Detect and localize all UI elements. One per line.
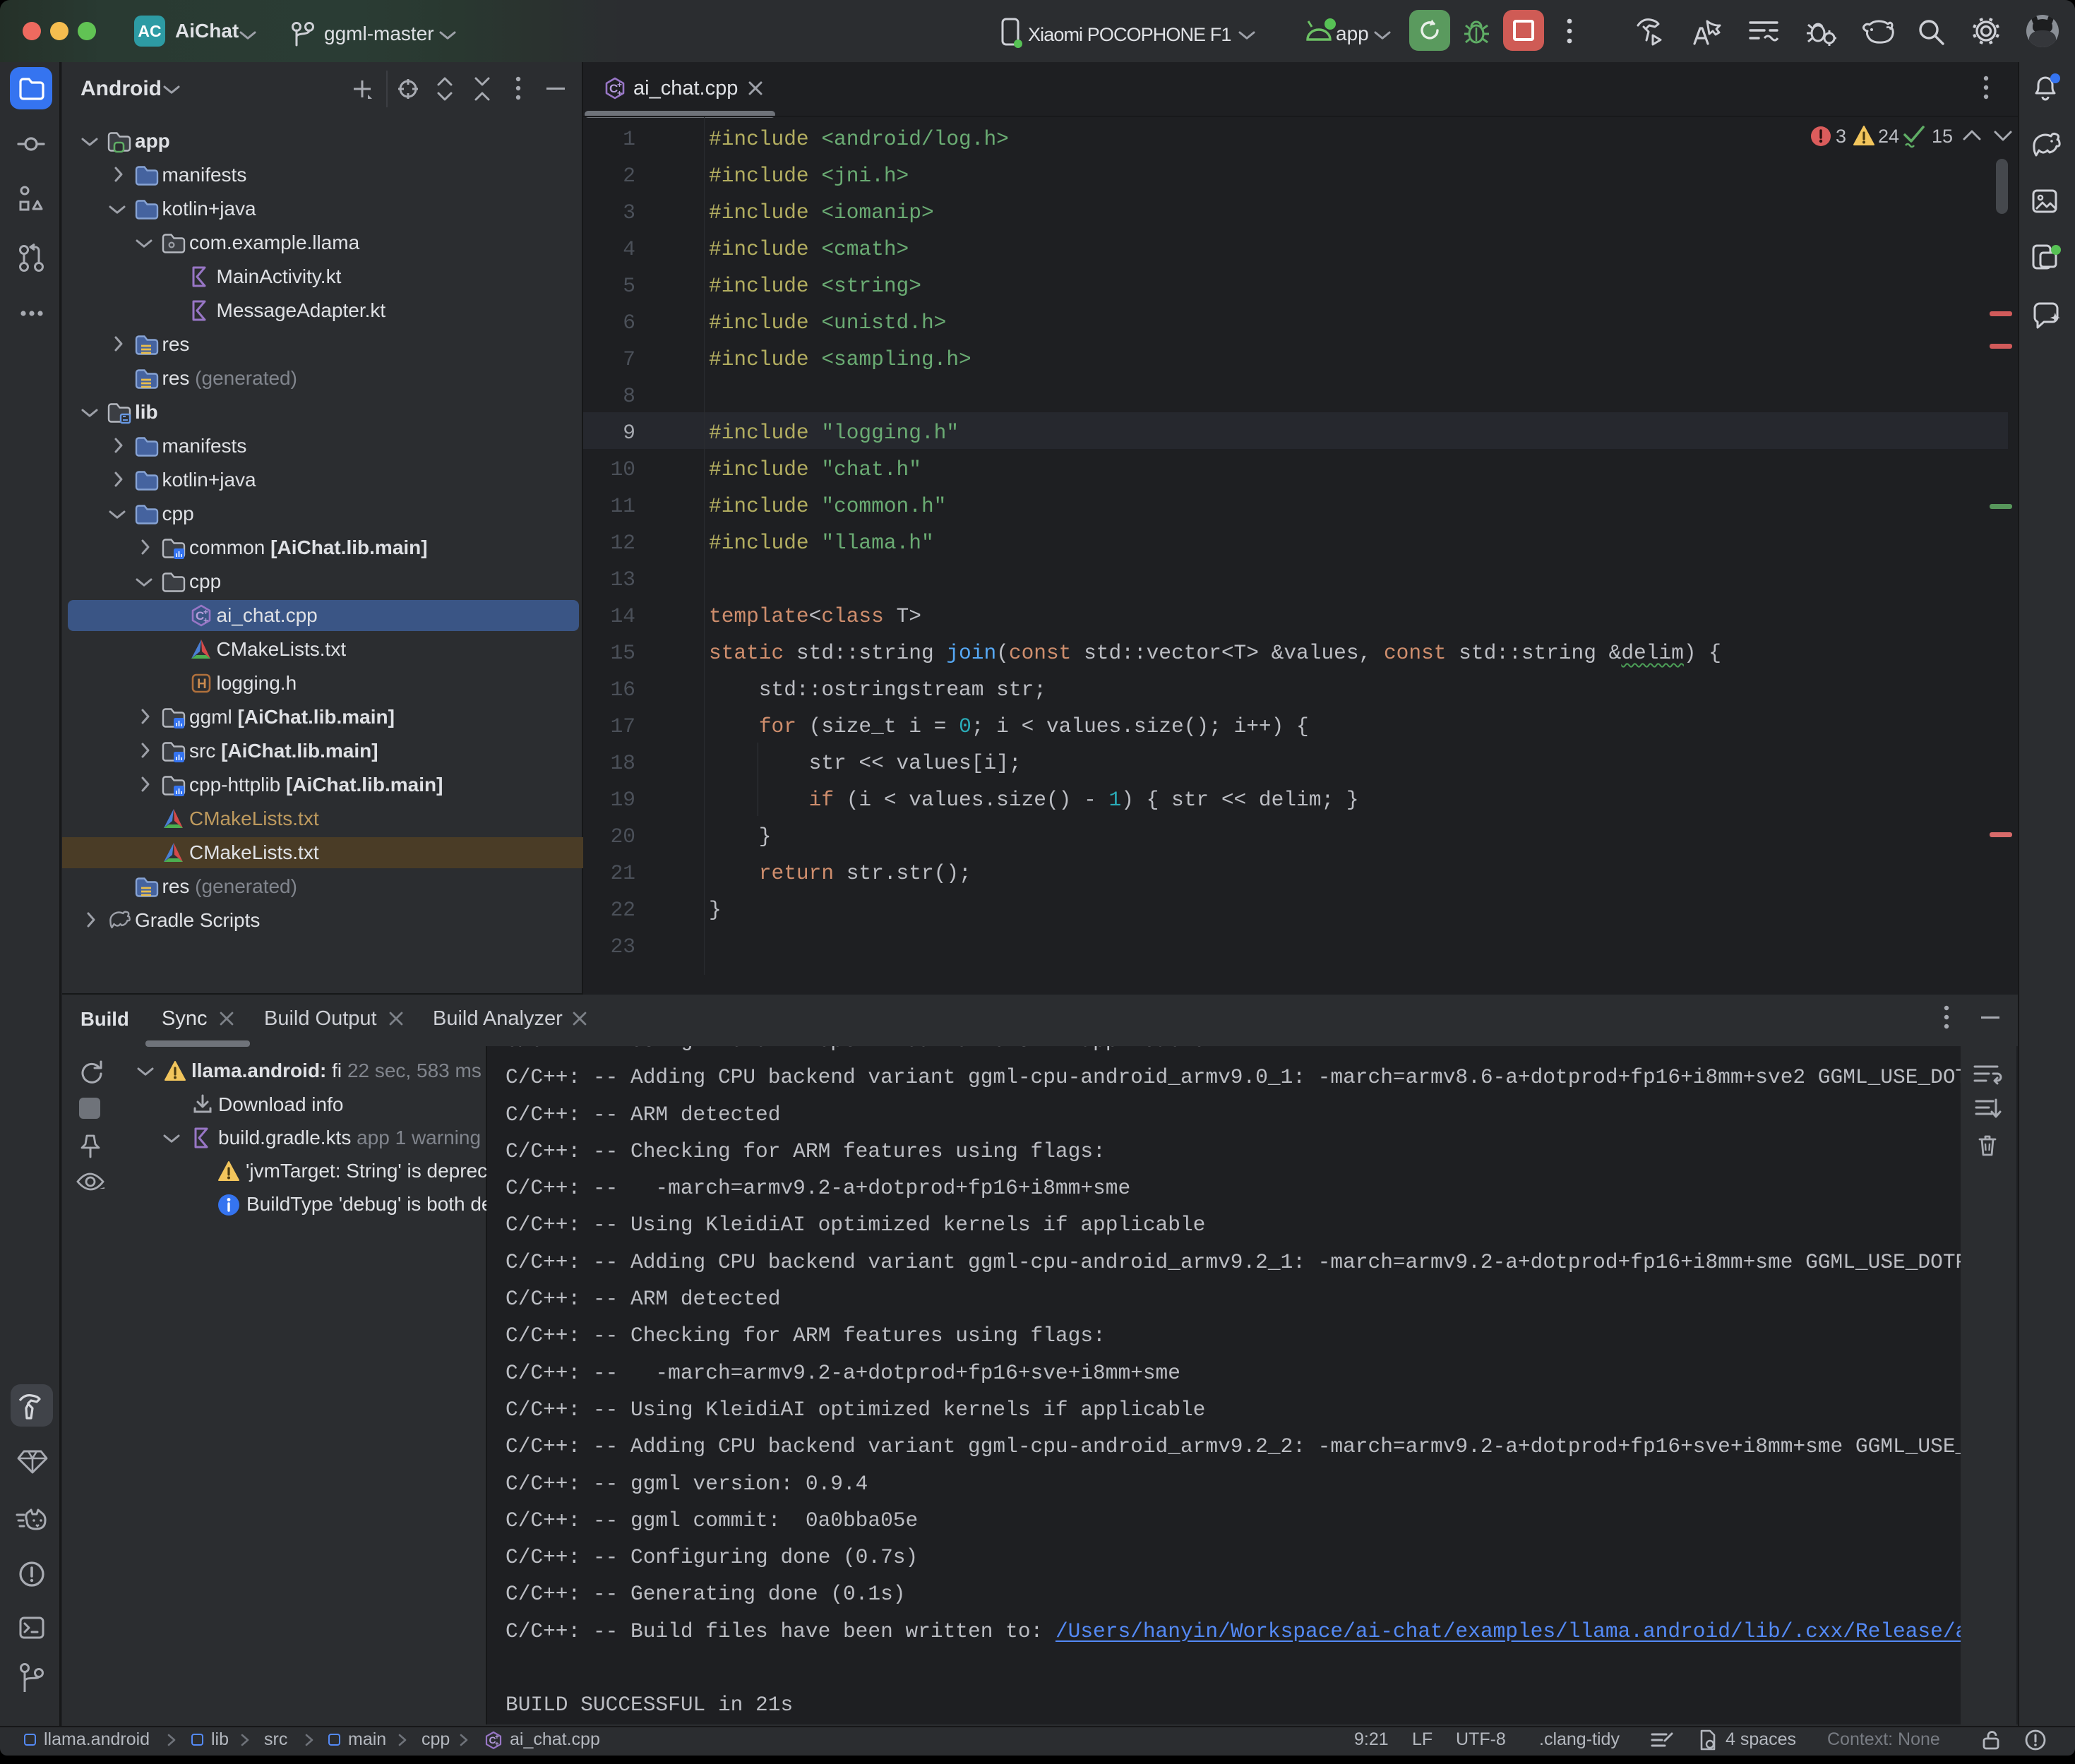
svg-text:H: H (197, 677, 207, 692)
svg-text:+: + (495, 1741, 499, 1748)
svg-text:+: + (617, 88, 622, 98)
svg-text:+: + (203, 616, 208, 625)
